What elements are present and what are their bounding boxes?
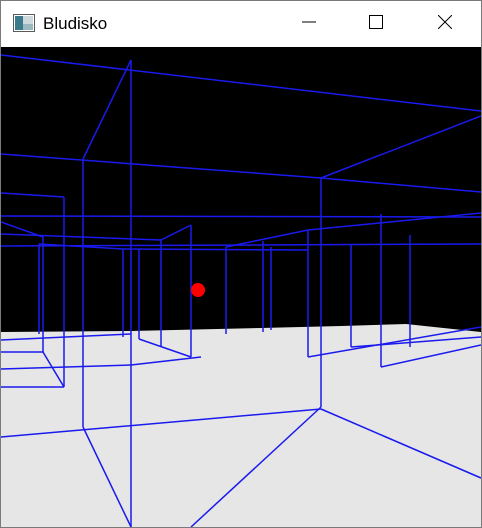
minimize-icon <box>302 15 316 34</box>
minimize-button[interactable] <box>286 1 332 47</box>
app-window: Bludisko <box>0 0 482 528</box>
maze-3d-viewport[interactable] <box>1 47 481 527</box>
app-window-icon <box>13 14 35 32</box>
maximize-button[interactable] <box>353 1 399 47</box>
window-title: Bludisko <box>43 14 108 33</box>
player-marker <box>191 283 205 297</box>
maximize-icon <box>369 14 383 34</box>
close-button[interactable] <box>422 1 468 47</box>
floor-plane <box>1 324 481 527</box>
close-icon <box>437 14 453 34</box>
maze-render-canvas <box>1 47 481 527</box>
title-bar[interactable]: Bludisko <box>1 1 481 47</box>
